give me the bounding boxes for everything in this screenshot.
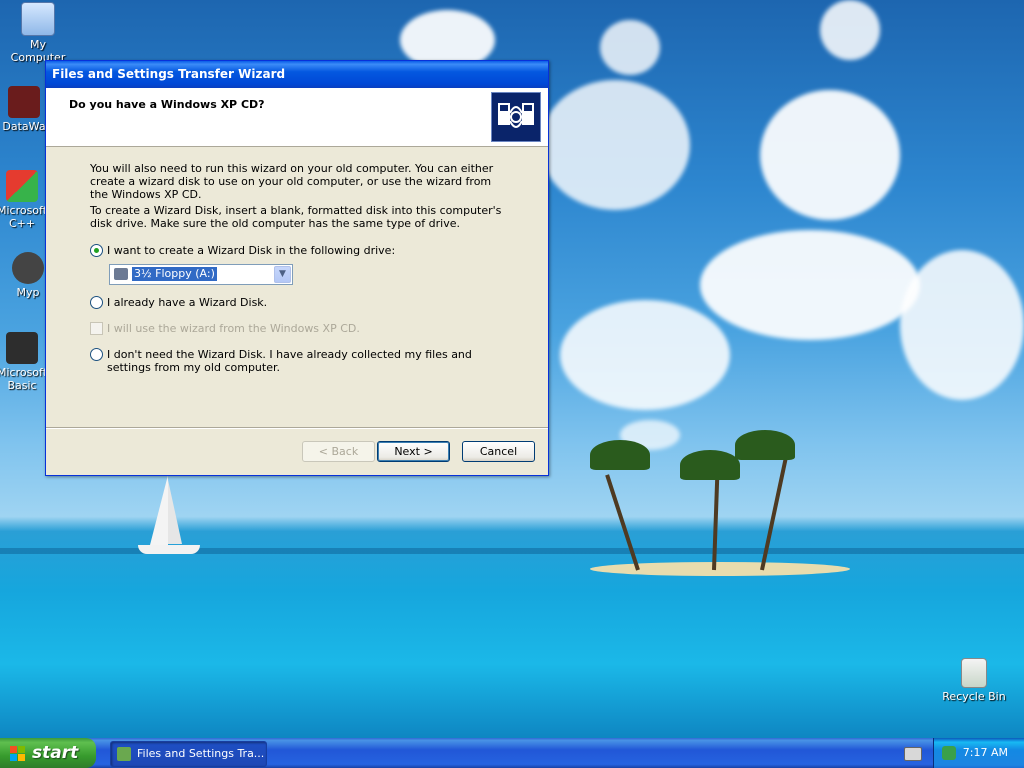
instruction-paragraph: To create a Wizard Disk, insert a blank,…: [90, 204, 502, 230]
palm-tree: [712, 469, 720, 571]
radio-have-wizard-disk[interactable]: [90, 296, 103, 309]
option-create-wizard-disk-label: I want to create a Wizard Disk in the fo…: [107, 244, 396, 257]
checkbox-use-xp-cd: [90, 322, 103, 335]
taskbar-button-label: Files and Settings Tra...: [137, 747, 265, 760]
myp-icon: [12, 252, 44, 284]
option-create-wizard-disk[interactable]: I want to create a Wizard Disk in the fo…: [90, 244, 395, 257]
island: [590, 562, 850, 576]
palm-leaves: [735, 430, 795, 460]
next-button[interactable]: Next >: [377, 441, 450, 462]
cloud: [760, 90, 900, 220]
desktop-icon-recycle-bin[interactable]: Recycle Bin: [937, 658, 1011, 703]
palm-leaves: [590, 440, 650, 470]
system-tray: 7:17 AM: [933, 738, 1024, 768]
palm-tree: [605, 474, 640, 571]
wizard-header: Do you have a Windows XP CD?: [46, 88, 548, 147]
wizard-header-icon: [491, 92, 541, 142]
taskbar: start Files and Settings Tra... 7:17 AM: [0, 738, 1024, 768]
cloud: [900, 250, 1024, 400]
visual-cpp-icon: [6, 170, 38, 202]
radio-create-wizard-disk[interactable]: [90, 244, 103, 257]
option-use-xp-cd-label: I will use the wizard from the Windows X…: [107, 322, 360, 335]
cancel-button[interactable]: Cancel: [462, 441, 535, 462]
dialog-title-bar[interactable]: Files and Settings Transfer Wizard: [46, 61, 548, 88]
sailboat-sail: [168, 480, 182, 544]
option-have-wizard-disk[interactable]: I already have a Wizard Disk.: [90, 296, 267, 309]
windows-flag-icon: [10, 746, 25, 761]
dialog-title: Files and Settings Transfer Wizard: [52, 67, 286, 81]
button-separator: [46, 427, 548, 429]
clock[interactable]: 7:17 AM: [963, 746, 1008, 759]
palm-leaves: [680, 450, 740, 480]
drive-select-value: 3½ Floppy (A:): [132, 267, 217, 281]
sailboat-hull: [138, 545, 200, 554]
desktop-icon-my-computer[interactable]: My Computer: [1, 2, 75, 64]
cloud: [560, 300, 730, 410]
floppy-drive-icon: [114, 268, 128, 280]
cloud: [700, 230, 920, 340]
radio-no-wizard-disk[interactable]: [90, 348, 103, 361]
start-button[interactable]: start: [0, 738, 96, 768]
back-button[interactable]: < Back: [302, 441, 375, 462]
wizard-dialog: Files and Settings Transfer Wizard Do yo…: [45, 60, 549, 476]
drive-select[interactable]: 3½ Floppy (A:) ▼: [109, 264, 293, 285]
cloud: [820, 0, 880, 60]
option-no-wizard-disk[interactable]: I don't need the Wizard Disk. I have alr…: [90, 348, 500, 374]
my-computer-icon: [21, 2, 55, 36]
chevron-down-icon[interactable]: ▼: [274, 266, 291, 283]
taskbar-button-transfer-wizard[interactable]: Files and Settings Tra...: [110, 741, 267, 767]
page-title: Do you have a Windows XP CD?: [69, 98, 265, 111]
sailboat-sail: [150, 475, 168, 545]
option-no-wizard-disk-label: I don't need the Wizard Disk. I have alr…: [107, 348, 472, 374]
option-use-xp-cd: I will use the wizard from the Windows X…: [90, 322, 360, 335]
recycle-bin-icon: [961, 658, 987, 688]
cloud: [600, 20, 660, 75]
option-have-wizard-disk-label: I already have a Wizard Disk.: [107, 296, 268, 309]
intro-paragraph: You will also need to run this wizard on…: [90, 162, 494, 201]
datawa-icon: [8, 86, 40, 118]
cloud: [540, 80, 690, 210]
transfer-wizard-icon: [117, 747, 131, 761]
keyboard-icon[interactable]: [904, 747, 922, 761]
visual-basic-icon: [6, 332, 38, 364]
start-label: start: [32, 743, 79, 763]
network-tray-icon[interactable]: [942, 746, 956, 760]
